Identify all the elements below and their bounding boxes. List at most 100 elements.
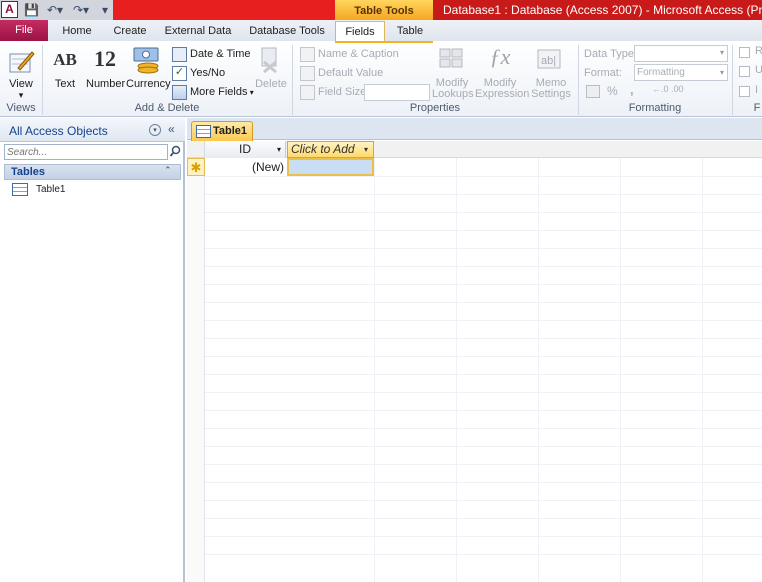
currency-field-label[interactable]: Currency bbox=[126, 78, 171, 90]
undo-icon[interactable]: ↶▾ bbox=[44, 3, 66, 17]
access-app-icon[interactable]: A bbox=[1, 1, 18, 18]
view-button-label: View bbox=[9, 78, 33, 90]
window-title: Database1 : Database (Access 2007) - Mic… bbox=[433, 0, 762, 20]
checkbox-icon: ✓ bbox=[172, 65, 187, 81]
default-value-label: Default Value bbox=[318, 67, 384, 79]
tab-database-tools[interactable]: Database Tools bbox=[244, 20, 330, 41]
required-label: R bbox=[755, 45, 762, 57]
view-button[interactable] bbox=[6, 46, 36, 76]
field-size-label: Field Size bbox=[318, 86, 367, 98]
comma-format-icon[interactable]: , bbox=[630, 82, 634, 97]
table-tools-band bbox=[335, 41, 433, 43]
nav-search-input[interactable] bbox=[4, 144, 168, 160]
tab-file[interactable]: File bbox=[0, 20, 48, 41]
table-icon bbox=[12, 182, 28, 196]
formatting-group-label: Formatting bbox=[628, 102, 682, 114]
nav-group-label: Tables bbox=[11, 166, 46, 178]
format-select-value: Formatting bbox=[637, 67, 685, 78]
data-type-label: Data Type: bbox=[584, 48, 637, 60]
nav-item-table1[interactable]: Table1 bbox=[12, 182, 162, 198]
date-time-label: Date & Time bbox=[190, 48, 251, 60]
text-field-label[interactable]: Text bbox=[48, 78, 82, 90]
text-field-icon[interactable]: AB bbox=[50, 50, 80, 72]
more-fields-icon bbox=[172, 84, 187, 100]
format-select[interactable]: Formatting ▾ bbox=[634, 64, 728, 81]
delete-field-label[interactable]: Delete bbox=[254, 78, 288, 90]
column-header-label: ID bbox=[239, 142, 251, 156]
new-record-id-cell[interactable]: (New) bbox=[205, 158, 286, 176]
redo-icon[interactable]: ↷▾ bbox=[70, 3, 92, 17]
document-tab-table1[interactable]: Table1 bbox=[191, 121, 253, 141]
indexed-checkbox[interactable] bbox=[739, 86, 750, 97]
number-field-label[interactable]: Number bbox=[86, 78, 125, 90]
date-time-button[interactable]: Date & Time bbox=[172, 45, 251, 63]
datasheet-grid[interactable] bbox=[187, 141, 762, 582]
view-dropdown-icon[interactable]: ▾ bbox=[6, 90, 36, 101]
column-header-click-to-add[interactable]: Click to Add ▾ bbox=[287, 141, 374, 158]
customize-qat-icon[interactable]: ▾ bbox=[100, 3, 110, 17]
calendar-icon bbox=[172, 46, 187, 62]
function-icon[interactable]: ƒx bbox=[487, 44, 513, 74]
row-selector-column bbox=[187, 158, 205, 582]
nav-menu-chevron-icon[interactable]: ▾ bbox=[149, 124, 161, 136]
nav-item-label: Table1 bbox=[36, 184, 66, 195]
indexed-label: I bbox=[755, 84, 759, 96]
document-tab-label: Table1 bbox=[213, 125, 248, 137]
tab-external-data[interactable]: External Data bbox=[160, 20, 236, 41]
default-value-icon bbox=[300, 65, 315, 81]
currency-field-icon[interactable] bbox=[132, 46, 162, 74]
yes-no-button[interactable]: ✓ Yes/No bbox=[172, 64, 225, 82]
unique-checkbox[interactable] bbox=[739, 66, 750, 77]
nav-group-tables[interactable]: Tables bbox=[4, 164, 181, 180]
chevron-down-icon: ▾ bbox=[719, 48, 724, 57]
percent-format-icon[interactable]: % bbox=[607, 84, 618, 98]
navigation-pane-title[interactable]: All Access Objects bbox=[9, 124, 108, 138]
svg-text:ab|: ab| bbox=[541, 55, 556, 67]
modify-lookups-label[interactable]: Modify Lookups bbox=[432, 78, 474, 100]
data-type-select[interactable]: ▾ bbox=[634, 45, 728, 62]
chevron-down-icon[interactable]: ▾ bbox=[364, 142, 368, 157]
tab-home[interactable]: Home bbox=[56, 20, 98, 41]
modify-lookups-icon[interactable] bbox=[437, 46, 467, 74]
field-size-label-row: Field Size bbox=[300, 83, 366, 101]
field-size-input[interactable] bbox=[364, 84, 430, 101]
increase-decimals-icon[interactable]: ←.0 .00 bbox=[652, 84, 684, 94]
tab-create[interactable]: Create bbox=[108, 20, 152, 41]
table-tools-context-label: Table Tools bbox=[335, 0, 433, 20]
more-fields-label: More Fields bbox=[190, 86, 248, 98]
column-header-label: Click to Add bbox=[291, 142, 355, 156]
name-caption-label: Name & Caption bbox=[318, 48, 399, 60]
new-record-add-cell[interactable] bbox=[287, 158, 374, 176]
new-record-row-selector[interactable]: ✱ bbox=[187, 158, 205, 176]
currency-format-icon[interactable] bbox=[586, 85, 600, 98]
add-delete-group-label: Add & Delete bbox=[134, 102, 200, 114]
save-icon[interactable]: 💾 bbox=[24, 3, 39, 17]
name-caption-button[interactable]: Name & Caption bbox=[300, 45, 399, 63]
more-fields-button[interactable]: More Fields ▾ bbox=[172, 83, 254, 101]
modify-expression-label[interactable]: Modify Expression bbox=[475, 78, 529, 100]
chevron-down-icon[interactable]: ▾ bbox=[277, 141, 281, 158]
group-separator bbox=[732, 45, 733, 115]
views-group-label: Views bbox=[6, 102, 36, 114]
design-view-icon bbox=[9, 51, 35, 73]
field-validation-group-label: F bbox=[753, 102, 761, 114]
memo-settings-icon[interactable]: ab| bbox=[536, 48, 564, 72]
tab-fields[interactable]: Fields bbox=[335, 21, 385, 42]
chevron-down-icon: ▾ bbox=[247, 88, 254, 97]
collapse-group-icon[interactable]: ⌃ bbox=[164, 165, 172, 176]
shutter-bar-close-icon[interactable]: « bbox=[168, 122, 180, 136]
select-all-corner[interactable] bbox=[187, 141, 205, 158]
memo-settings-label[interactable]: Memo Settings bbox=[528, 78, 574, 100]
default-value-button[interactable]: Default Value bbox=[300, 64, 383, 82]
tab-table[interactable]: Table bbox=[390, 20, 430, 41]
title-bar-accent bbox=[113, 0, 335, 20]
document-tab-strip bbox=[187, 118, 762, 140]
delete-field-icon[interactable] bbox=[258, 46, 282, 74]
chevron-down-icon: ▾ bbox=[719, 68, 724, 77]
number-field-icon[interactable]: 12 bbox=[88, 46, 122, 72]
field-size-icon bbox=[300, 84, 315, 100]
table-icon bbox=[196, 125, 211, 138]
search-icon[interactable] bbox=[169, 144, 181, 160]
column-header-id[interactable]: ID ▾ bbox=[205, 141, 286, 158]
required-checkbox[interactable] bbox=[739, 47, 750, 58]
